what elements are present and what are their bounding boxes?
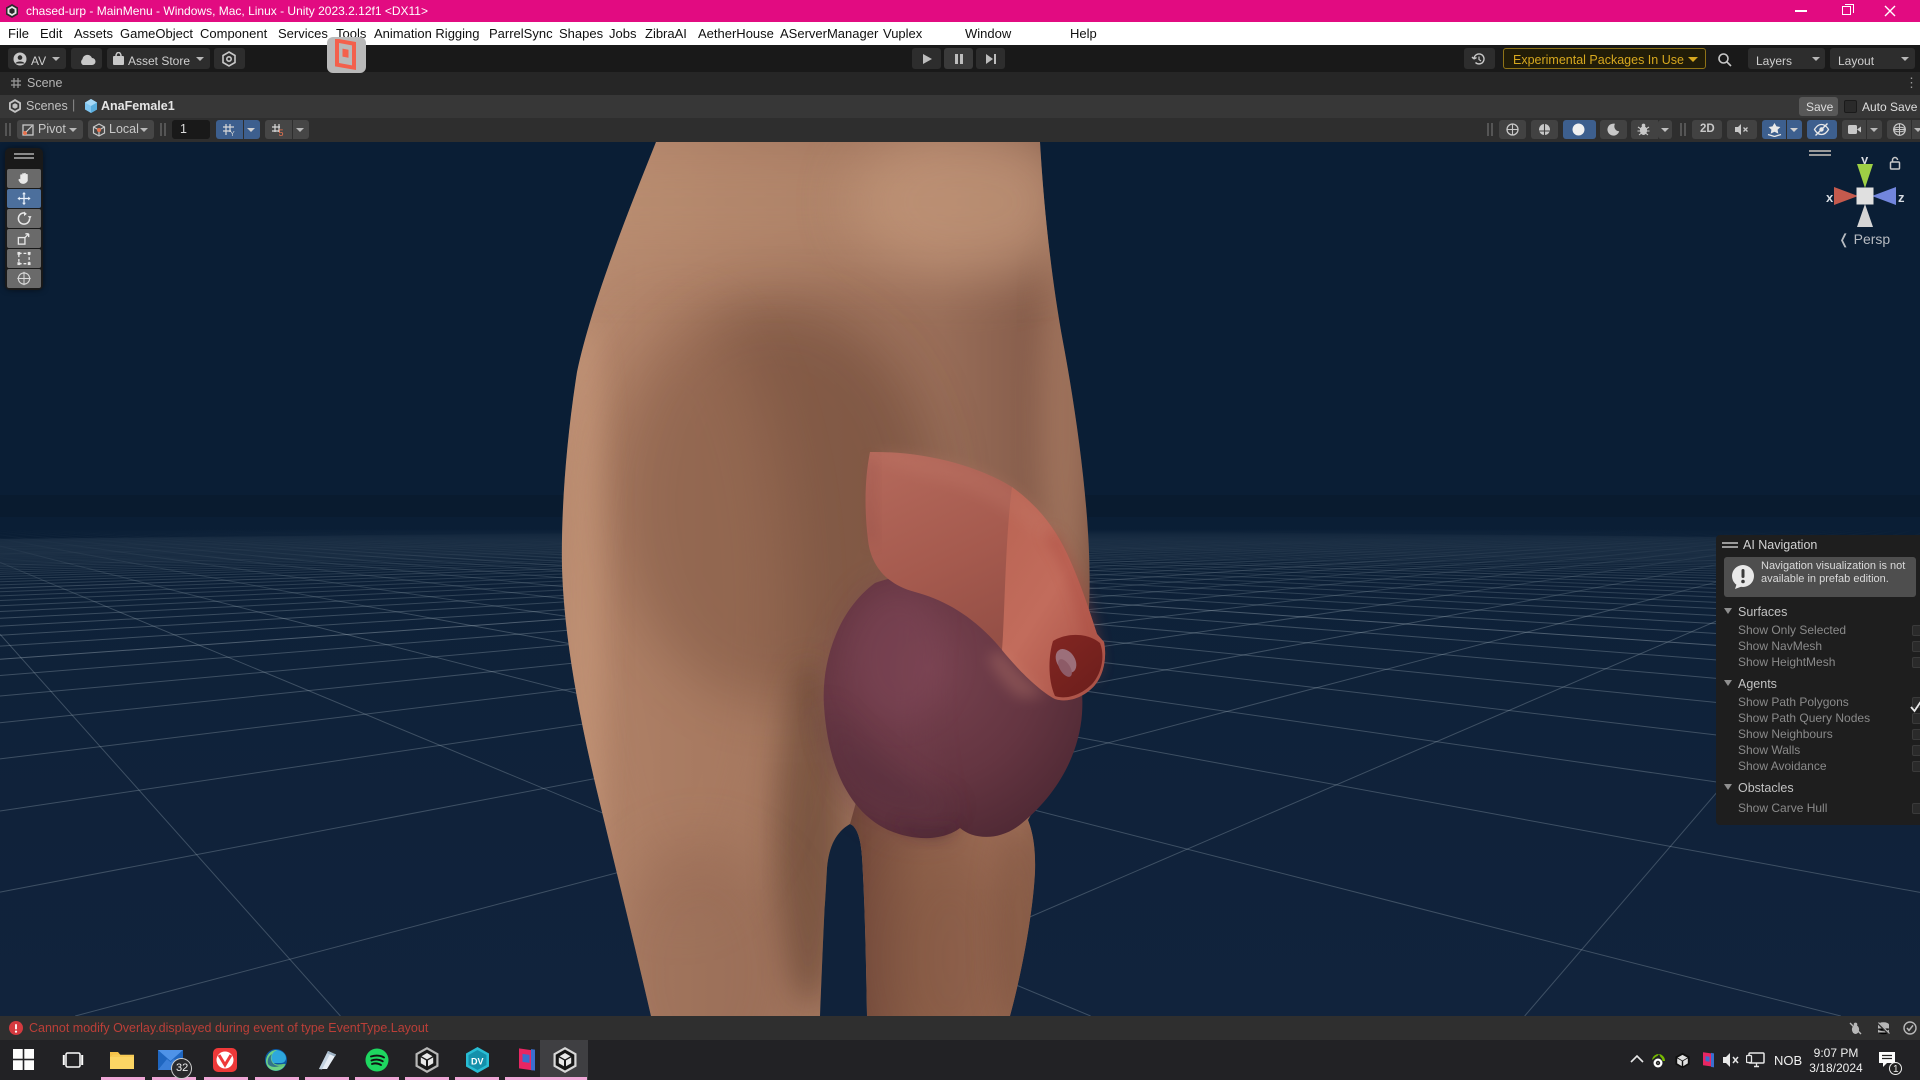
svg-text:❬ Persp: ❬ Persp xyxy=(1838,231,1890,248)
svg-text:x: x xyxy=(1826,190,1834,205)
svg-text:z: z xyxy=(1898,190,1905,205)
svg-text:Y: Y xyxy=(230,131,235,137)
svg-text:5: 5 xyxy=(279,128,284,137)
svg-text:DV: DV xyxy=(471,1057,484,1067)
